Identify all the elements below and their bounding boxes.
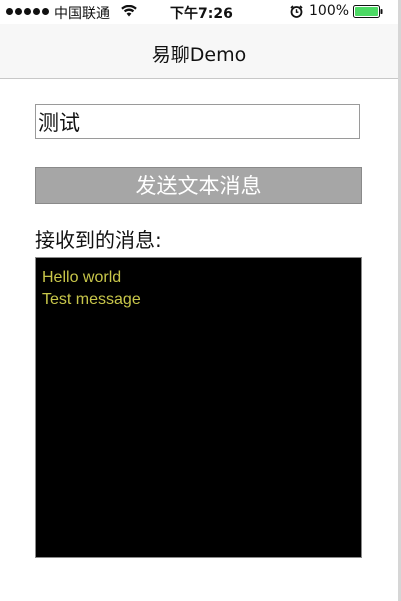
signal-strength-icon: [6, 8, 49, 15]
wifi-icon: [121, 4, 137, 21]
signal-dot: [6, 8, 13, 15]
signal-dot: [42, 8, 49, 15]
alarm-icon: [290, 5, 303, 22]
received-messages-box[interactable]: Hello world Test message: [35, 257, 362, 558]
carrier-name: 中国联通: [54, 6, 110, 22]
app-screen: 中国联通 下午7:26 100% 易聊Demo 测试 发送文本消息 接收到的消息…: [0, 0, 401, 601]
message-input[interactable]: [35, 104, 360, 139]
signal-dot: [15, 8, 22, 15]
status-bar: 中国联通 下午7:26 100%: [0, 0, 398, 24]
status-time: 下午7:26: [170, 6, 233, 22]
message-line: Test message: [42, 291, 141, 308]
received-messages-label: 接收到的消息:: [35, 228, 162, 252]
navigation-bar: 易聊Demo: [0, 24, 398, 79]
signal-dot: [24, 8, 31, 15]
send-text-message-button[interactable]: 发送文本消息: [35, 167, 362, 204]
page-title: 易聊Demo: [151, 44, 247, 66]
message-line: Hello world: [42, 269, 122, 286]
battery-percentage: 100%: [309, 3, 350, 19]
battery-icon: [353, 5, 383, 22]
signal-dot: [33, 8, 40, 15]
